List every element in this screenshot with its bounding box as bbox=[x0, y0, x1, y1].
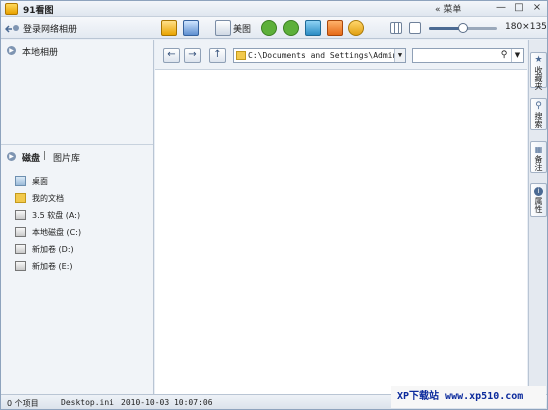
thumbnail-area[interactable] bbox=[155, 71, 527, 394]
tab-properties-label: 属性 bbox=[534, 197, 543, 213]
rotate-right-icon[interactable] bbox=[283, 20, 299, 36]
tab-favorites-label: 收藏夹 bbox=[534, 66, 543, 90]
tab-favorites[interactable]: ★ 收藏夹 bbox=[530, 52, 547, 90]
local-album-label: 本地相册 bbox=[22, 48, 59, 58]
status-item-count: 0 个项目 bbox=[7, 399, 39, 408]
tree-item-label: 桌面 bbox=[32, 177, 48, 186]
slideshow-icon[interactable] bbox=[161, 20, 177, 36]
tab-disk[interactable]: 磁盘 bbox=[22, 151, 40, 164]
disk-drive-icon bbox=[15, 244, 26, 254]
star-icon: ★ bbox=[534, 55, 543, 65]
zoom-size-text: 180×135 bbox=[505, 22, 547, 32]
zoom-slider[interactable] bbox=[429, 23, 497, 33]
path-text: C:\Documents and Settings\Admin bbox=[248, 51, 398, 60]
tab-search[interactable]: ⚲ 搜索 bbox=[530, 98, 547, 130]
address-bar: ← → ↑ C:\Documents and Settings\Admin ▼ … bbox=[155, 40, 527, 70]
info-icon: i bbox=[534, 187, 543, 196]
tree-item-label: 新加卷 (E:) bbox=[32, 262, 73, 271]
app-logo-icon bbox=[5, 3, 18, 15]
minimize-button[interactable]: — bbox=[493, 2, 509, 15]
tab-notes[interactable]: ▦ 备注 bbox=[530, 141, 547, 173]
toolbar: 登录网络相册 美图 180×135 bbox=[1, 17, 547, 39]
beautify-label: 美图 bbox=[233, 25, 252, 35]
pane-divider bbox=[1, 144, 153, 145]
my-documents-icon bbox=[15, 193, 26, 203]
right-tab-bar: ★ 收藏夹 ⚲ 搜索 ▦ 备注 i 属性 bbox=[528, 40, 547, 394]
notes-icon: ▦ bbox=[534, 145, 543, 154]
search-icon[interactable]: ⚲ bbox=[498, 49, 510, 62]
expand-arrow-icon: ▶ bbox=[7, 152, 16, 161]
status-file-date: 2010-10-03 10:07:06 bbox=[121, 398, 213, 407]
menu-button[interactable]: « 菜单 bbox=[435, 2, 461, 15]
login-label: 登录网络相册 bbox=[23, 25, 78, 35]
chevron-down-icon[interactable]: ▼ bbox=[511, 49, 523, 62]
chat-icon[interactable] bbox=[348, 20, 364, 36]
folder-icon bbox=[236, 51, 246, 60]
delete-icon[interactable] bbox=[305, 20, 321, 36]
login-icon bbox=[5, 25, 19, 33]
up-button[interactable]: ↑ bbox=[209, 48, 226, 63]
beautify-icon bbox=[215, 20, 231, 36]
path-input[interactable]: C:\Documents and Settings\Admin ▼ bbox=[233, 48, 406, 63]
send-icon[interactable] bbox=[327, 20, 343, 36]
forward-button[interactable]: → bbox=[184, 48, 201, 63]
search-icon: ⚲ bbox=[535, 101, 542, 111]
chevron-down-icon[interactable]: ▼ bbox=[394, 49, 405, 62]
tab-properties[interactable]: i 属性 bbox=[530, 183, 547, 217]
tree-item-label: 新加卷 (D:) bbox=[32, 245, 74, 254]
maximize-button[interactable]: □ bbox=[511, 2, 527, 15]
back-button[interactable]: ← bbox=[163, 48, 180, 63]
tab-search-label: 搜索 bbox=[534, 112, 543, 128]
desktop-icon bbox=[15, 176, 26, 186]
search-field[interactable]: ⚲ ▼ bbox=[412, 48, 524, 63]
disk-drive-icon bbox=[15, 261, 26, 271]
disk-header: ▶ 磁盘 | 图片库 bbox=[1, 149, 153, 166]
rotate-left-icon[interactable] bbox=[261, 20, 277, 36]
tab-library[interactable]: 图片库 bbox=[53, 151, 80, 164]
main-pane: ← → ↑ C:\Documents and Settings\Admin ▼ … bbox=[155, 40, 527, 394]
tree-item-label: 本地磁盘 (C:) bbox=[32, 228, 82, 237]
app-window: 91看图 « 菜单 — □ × 登录网络相册 美图 180×135 ▶ 本地相册… bbox=[0, 0, 548, 410]
watermark: XP下载站 www.xp510.com bbox=[391, 386, 546, 408]
status-file-name: Desktop.ini bbox=[61, 398, 114, 407]
floppy-drive-icon bbox=[15, 210, 26, 220]
expand-arrow-icon: ▶ bbox=[7, 46, 16, 55]
tree-item-label: 3.5 软盘 (A:) bbox=[32, 211, 81, 220]
view-mode-icon[interactable] bbox=[390, 22, 402, 34]
thumbnail-size-icon[interactable] bbox=[409, 22, 421, 34]
title-bar: 91看图 « 菜单 — □ × bbox=[1, 1, 547, 17]
app-title: 91看图 bbox=[23, 6, 54, 16]
tab-notes-label: 备注 bbox=[534, 155, 543, 171]
close-button[interactable]: × bbox=[529, 2, 545, 15]
zoom-slider-thumb[interactable] bbox=[458, 23, 468, 33]
left-pane: ▶ 本地相册 ▶ 磁盘 | 图片库 桌面 我的文档 3.5 软盘 (A:) 本地… bbox=[1, 40, 154, 394]
tab-separator: | bbox=[43, 151, 47, 161]
disk-drive-icon bbox=[15, 227, 26, 237]
tree-item-label: 我的文档 bbox=[32, 194, 64, 203]
wallpaper-icon[interactable] bbox=[183, 20, 199, 36]
local-album-header[interactable]: ▶ 本地相册 bbox=[1, 43, 153, 60]
